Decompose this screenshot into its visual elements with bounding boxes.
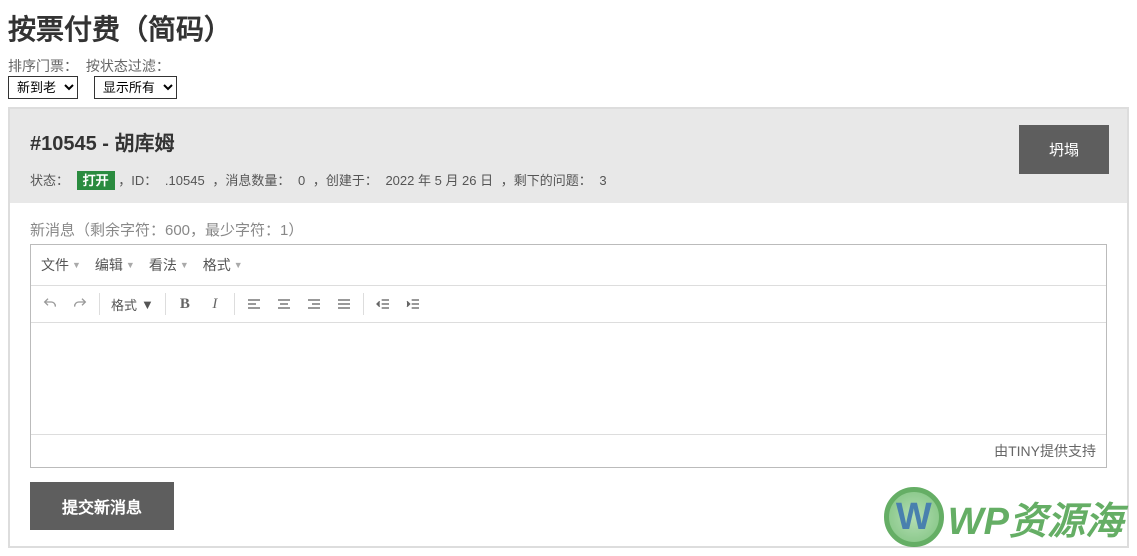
editor-content[interactable]: [31, 323, 1106, 431]
menu-file[interactable]: 文件▼: [35, 251, 87, 279]
status-select[interactable]: 显示所有: [94, 76, 177, 99]
submit-button[interactable]: 提交新消息: [30, 482, 174, 530]
outdent-icon[interactable]: [369, 290, 397, 318]
ticket-title: #10545 - 胡库姆: [30, 127, 1107, 156]
rich-editor: 文件▼ 编辑▼ 看法▼ 格式▼ 格式▼ B I: [30, 244, 1107, 468]
sort-label: 排序门票：: [8, 58, 78, 74]
created-label: ，创建于：: [313, 173, 378, 188]
align-right-icon[interactable]: [300, 290, 328, 318]
msg-count-value: 0: [298, 173, 305, 188]
chevron-down-icon: ▼: [72, 260, 81, 270]
editor-menubar: 文件▼ 编辑▼ 看法▼ 格式▼: [31, 245, 1106, 286]
msg-count-label: ，消息数量：: [212, 173, 290, 188]
ticket-header: #10545 - 胡库姆 坍塌 状态： 打开 ，ID： .10545 ，消息数量…: [10, 109, 1127, 203]
ticket-meta: 状态： 打开 ，ID： .10545 ，消息数量： 0 ，创建于： 2022 年…: [30, 170, 1107, 189]
created-value: 2022 年 5 月 26 日: [385, 173, 493, 188]
chevron-down-icon: ▼: [141, 297, 154, 312]
message-hint: 新消息（剩余字符：600，最少字符：1）: [30, 219, 1107, 240]
separator: [99, 293, 100, 315]
chevron-down-icon: ▼: [180, 260, 189, 270]
status-label: 按状态过滤：: [86, 58, 170, 74]
status-label: 状态：: [30, 173, 69, 188]
menu-view[interactable]: 看法▼: [143, 251, 195, 279]
separator: [165, 293, 166, 315]
editor-statusbar: 由TINY提供支持: [31, 434, 1106, 467]
separator: [234, 293, 235, 315]
filter-bar: 排序门票： 按状态过滤： 新到老 显示所有: [8, 56, 1129, 99]
menu-edit[interactable]: 编辑▼: [89, 251, 141, 279]
undo-icon[interactable]: [36, 290, 64, 318]
menu-format[interactable]: 格式▼: [197, 251, 249, 279]
chevron-down-icon: ▼: [126, 260, 135, 270]
bold-icon[interactable]: B: [171, 290, 199, 318]
remaining-value: 3: [599, 173, 606, 188]
id-value: .10545: [165, 173, 205, 188]
align-center-icon[interactable]: [270, 290, 298, 318]
editor-toolbar: 格式▼ B I: [31, 286, 1106, 323]
ticket-panel: #10545 - 胡库姆 坍塌 状态： 打开 ，ID： .10545 ，消息数量…: [8, 107, 1129, 548]
ticket-body: 新消息（剩余字符：600，最少字符：1） 文件▼ 编辑▼ 看法▼ 格式▼ 格式▼…: [10, 203, 1127, 546]
id-label: ，ID：: [118, 173, 157, 188]
align-left-icon[interactable]: [240, 290, 268, 318]
separator: [363, 293, 364, 315]
italic-icon[interactable]: I: [201, 290, 229, 318]
sort-select[interactable]: 新到老: [8, 76, 78, 99]
redo-icon[interactable]: [66, 290, 94, 318]
remaining-label: ，剩下的问题：: [501, 173, 592, 188]
status-badge: 打开: [77, 171, 115, 190]
align-justify-icon[interactable]: [330, 290, 358, 318]
format-select[interactable]: 格式▼: [105, 290, 160, 318]
page-title: 按票付费（简码）: [8, 8, 1129, 48]
collapse-button[interactable]: 坍塌: [1019, 125, 1109, 174]
chevron-down-icon: ▼: [234, 260, 243, 270]
indent-icon[interactable]: [399, 290, 427, 318]
